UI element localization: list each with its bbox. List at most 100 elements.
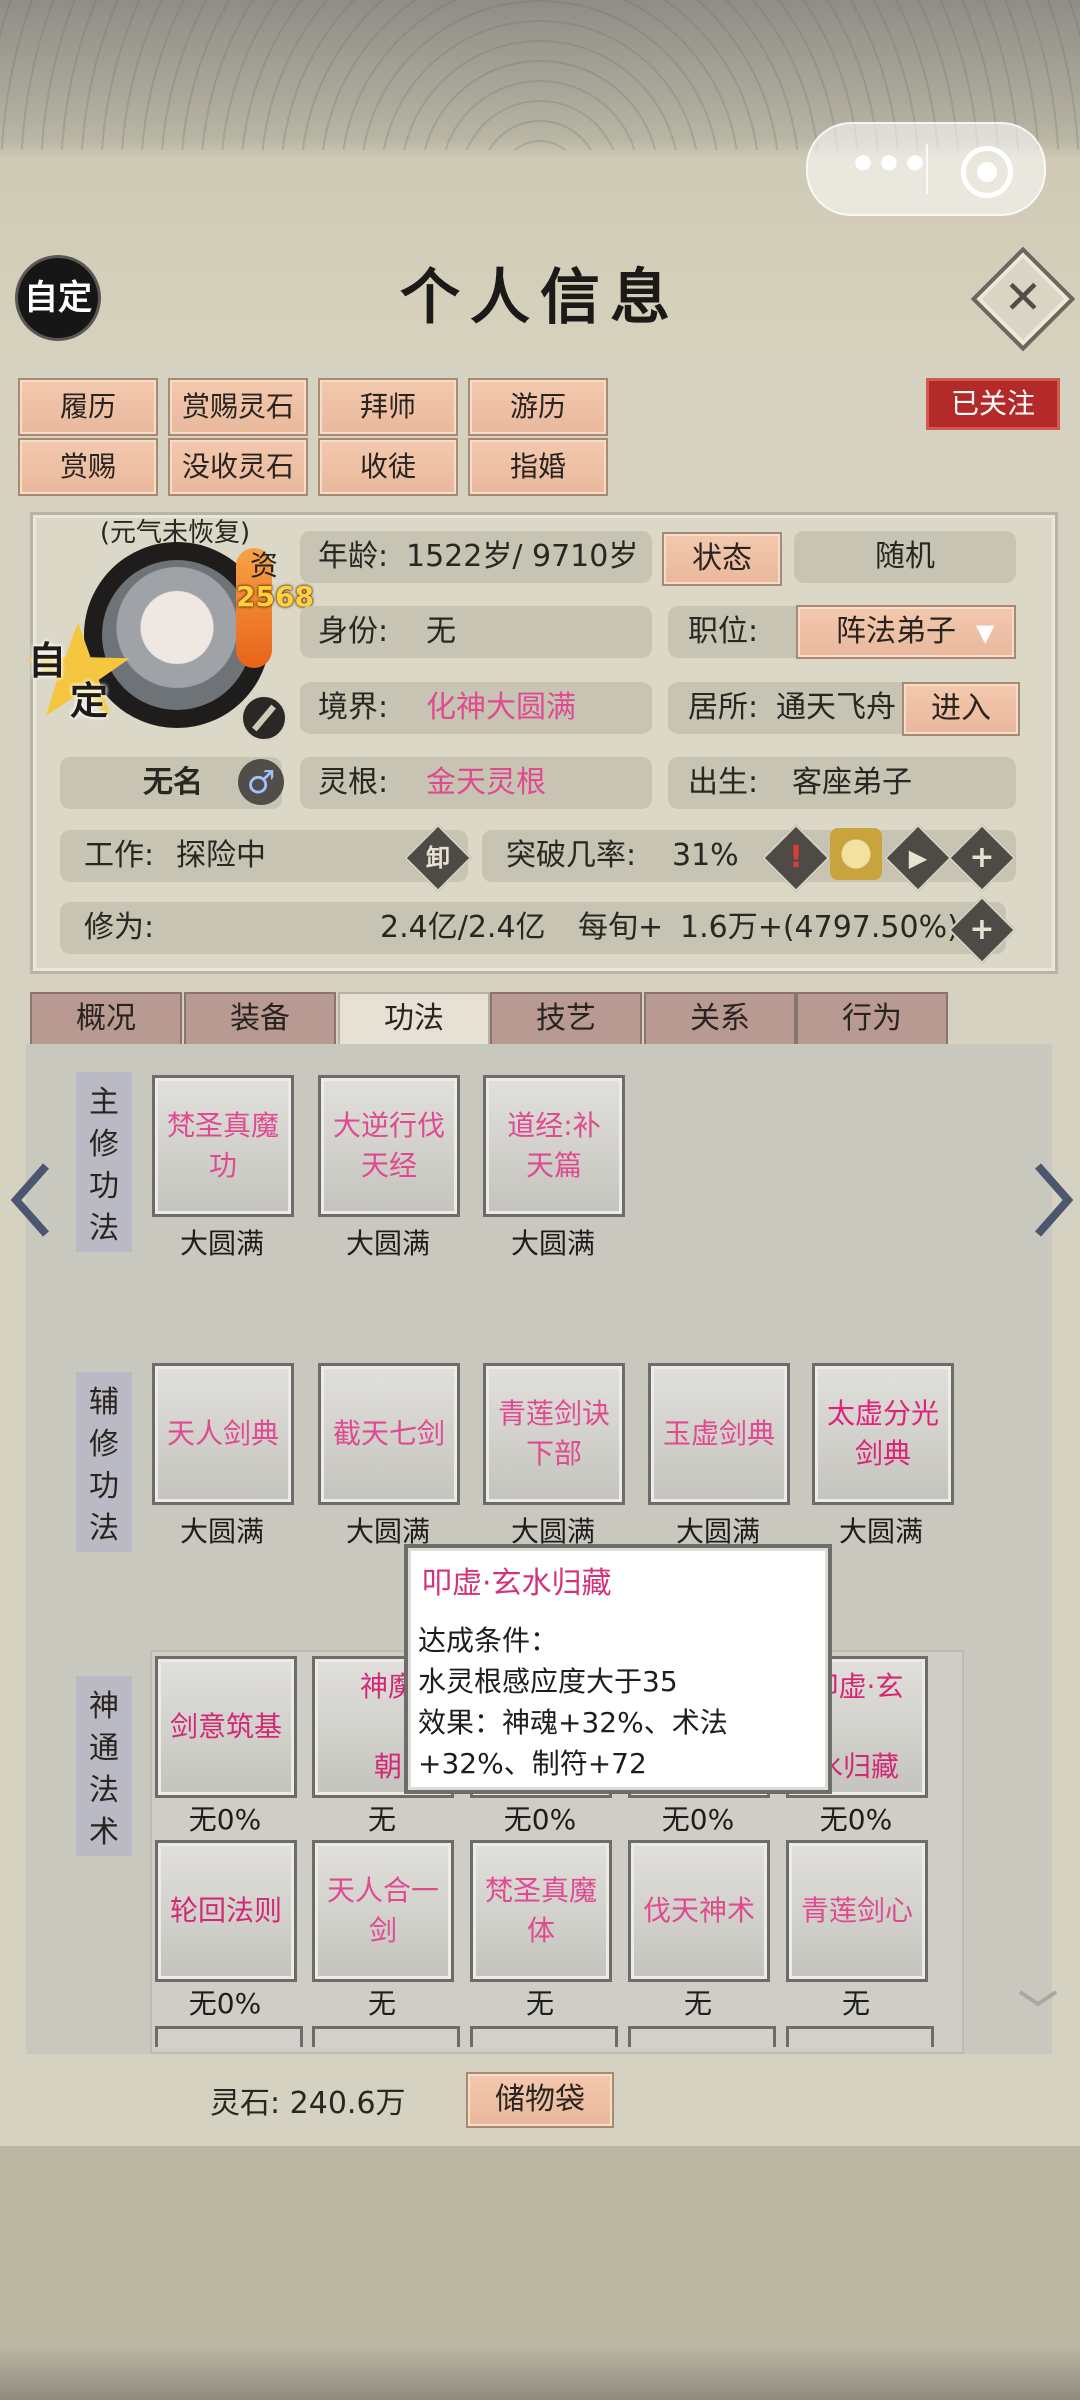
birth-value: 客座弟子 — [792, 765, 912, 800]
random-button[interactable]: 随机 — [794, 531, 1016, 583]
main-technique-card[interactable]: 道经:补天篇 — [483, 1075, 625, 1217]
section-aux-label: 辅修功法 — [76, 1372, 132, 1552]
tab-equipment[interactable]: 装备 — [184, 992, 336, 1046]
divine-skill-card-partial[interactable] — [786, 2026, 934, 2047]
technique-name: 梵圣真魔功 — [166, 1109, 279, 1182]
enter-button[interactable]: 进入 — [902, 682, 1020, 736]
spirit-stone-label: 灵石: — [210, 2086, 281, 2121]
right-arrow-icon[interactable] — [1028, 1160, 1076, 1240]
tab-skills[interactable]: 技艺 — [490, 992, 642, 1046]
star-text-2: 定 — [70, 678, 109, 723]
tooltip-effect: 效果：神魂+32%、术法 — [418, 1706, 728, 1739]
tab-overview[interactable]: 概况 — [30, 992, 182, 1046]
storage-bag-button[interactable]: 储物袋 — [466, 2072, 614, 2128]
left-arrow-icon[interactable] — [8, 1160, 56, 1240]
aux-technique-card[interactable]: 玉虚剑典 — [648, 1363, 790, 1505]
aux-technique-card[interactable]: 天人剑典 — [152, 1363, 294, 1505]
divine-skill-card[interactable]: 梵圣真魔体 — [470, 1840, 612, 1982]
reward-button[interactable]: 赏赐 — [18, 438, 158, 496]
main-technique-card[interactable]: 大逆行伐天经 — [318, 1075, 460, 1217]
tab-actions[interactable]: 行为 — [796, 992, 948, 1046]
aptitude-value: 2568 — [236, 580, 314, 613]
divine-skill-card-partial[interactable] — [470, 2026, 618, 2047]
cultivation-label: 修为: — [84, 910, 155, 945]
scroll-down-chevron-icon — [1018, 1990, 1058, 2007]
skill-name: 轮回法则 — [169, 1894, 282, 1927]
bottom-background — [0, 2146, 1080, 2400]
edit-pen-icon[interactable] — [240, 694, 288, 742]
aux-technique-card[interactable]: 青莲剑诀下部 — [483, 1363, 625, 1505]
record-icon[interactable] — [961, 146, 1013, 198]
tab-relations[interactable]: 关系 — [644, 992, 796, 1046]
breakthrough-value: 31% — [672, 838, 739, 873]
divine-skill-card-partial[interactable] — [312, 2026, 460, 2047]
technique-name: 截天七剑 — [332, 1417, 445, 1450]
skill-name: 梵圣真魔体 — [484, 1874, 597, 1947]
skill-status: 无 — [841, 1987, 870, 2020]
miniapp-capsule[interactable]: ••• — [806, 122, 1046, 216]
technique-name: 道经:补天篇 — [507, 1109, 601, 1182]
chevron-down-icon: ▼ — [976, 619, 995, 647]
page-title: 个人信息 — [400, 263, 680, 333]
tab-techniques[interactable]: 功法 — [338, 992, 490, 1046]
skill-status: 无 — [367, 1803, 396, 1836]
reward-stone-button[interactable]: 赏赐灵石 — [168, 378, 308, 436]
birth-label: 出生: — [688, 765, 759, 800]
divine-skill-card[interactable]: 伐天神术 — [628, 1840, 770, 1982]
divine-skill-card[interactable]: 青莲剑心 — [786, 1840, 928, 1982]
section-main-label: 主修功法 — [76, 1072, 132, 1252]
unload-icon-text: 卸 — [426, 844, 450, 872]
skill-status: 无0% — [661, 1803, 735, 1836]
realm-value: 化神大圆满 — [426, 690, 576, 725]
tooltip-body: 达成条件： 水灵根感应度大于35 效果：神魂+32%、术法 +32%、制符+72 — [418, 1620, 818, 1784]
technique-name: 青莲剑诀下部 — [497, 1397, 610, 1470]
aux-technique-card[interactable]: 太虚分光剑典 — [812, 1363, 954, 1505]
technique-status: 大圆满 — [179, 1515, 264, 1548]
divine-skill-card[interactable]: 轮回法则 — [155, 1840, 297, 1982]
skill-tooltip: 叩虚·玄水归藏 达成条件： 水灵根感应度大于35 效果：神魂+32%、术法 +3… — [404, 1544, 832, 1794]
skill-status: 无 — [367, 1987, 396, 2020]
skill-name: 天人合一剑 — [326, 1874, 439, 1947]
meditation-figure-icon[interactable] — [830, 828, 882, 880]
divine-skill-card[interactable]: 剑意筑基 — [155, 1656, 297, 1798]
work-label: 工作: — [84, 838, 155, 873]
auto-button[interactable]: 自定 — [18, 258, 98, 338]
position-dropdown[interactable]: 阵法弟子 ▼ — [796, 605, 1016, 659]
position-value: 阵法弟子 — [836, 614, 956, 649]
tooltip-condition: 水灵根感应度大于35 — [418, 1665, 678, 1698]
more-icon[interactable]: ••• — [848, 143, 929, 187]
take-disciple-button[interactable]: 收徒 — [318, 438, 458, 496]
history-button[interactable]: 履历 — [18, 378, 158, 436]
apprentice-button[interactable]: 拜师 — [318, 378, 458, 436]
confiscate-stone-button[interactable]: 没收灵石 — [168, 438, 308, 496]
arrange-marriage-button[interactable]: 指婚 — [468, 438, 608, 496]
state-button[interactable]: 状态 — [662, 532, 782, 586]
travel-button[interactable]: 游历 — [468, 378, 608, 436]
capsule-divider — [926, 144, 928, 194]
skill-status: 无0% — [503, 1803, 577, 1836]
skill-status: 无0% — [188, 1987, 262, 2020]
divine-skill-card-partial[interactable] — [155, 2026, 303, 2047]
skill-status: 无0% — [819, 1803, 893, 1836]
main-technique-card[interactable]: 梵圣真魔功 — [152, 1075, 294, 1217]
technique-name: 天人剑典 — [166, 1417, 279, 1450]
spirit-stone-total: 灵石: 240.6万 — [210, 2078, 440, 2130]
root-value: 金天灵根 — [426, 765, 546, 800]
aux-technique-card[interactable]: 截天七剑 — [318, 1363, 460, 1505]
technique-status: 大圆满 — [345, 1227, 430, 1260]
male-gender-icon: ♂ — [238, 759, 284, 805]
divine-skill-card-partial[interactable] — [628, 2026, 776, 2047]
position-label: 职位: — [688, 614, 759, 649]
spirit-stone-value: 240.6万 — [289, 2086, 406, 2121]
residence-value: 通天飞舟 — [776, 690, 896, 725]
age-value: 1522岁/ 9710岁 — [406, 539, 639, 574]
divine-skill-card[interactable]: 天人合一剑 — [312, 1840, 454, 1982]
followed-badge[interactable]: 已关注 — [926, 378, 1060, 430]
identity-label: 身份: — [318, 614, 389, 649]
star-badge-icon[interactable]: 自 定 — [26, 622, 130, 723]
tooltip-condition-label: 达成条件： — [418, 1624, 559, 1657]
technique-status: 大圆满 — [179, 1227, 264, 1260]
residence-label: 居所: — [688, 690, 759, 725]
cultivation-value: 2.4亿/2.4亿 — [380, 910, 546, 945]
per-tick-label: 每旬+ — [578, 910, 664, 945]
